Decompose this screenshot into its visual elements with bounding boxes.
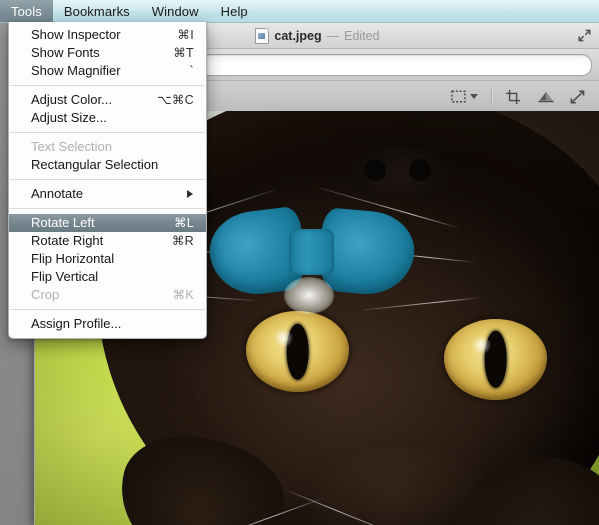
menubar-item-label: Tools	[11, 3, 42, 19]
window-title: cat.jpeg — Edited	[255, 27, 380, 44]
adjust-color-button[interactable]	[536, 89, 556, 105]
menu-item-label: Text Selection	[31, 139, 112, 154]
menubar-item-tools[interactable]: Tools	[0, 0, 53, 22]
menu-item-shortcut: ⌘L	[173, 216, 194, 230]
menu-separator	[10, 309, 205, 310]
menu-item-label: Flip Horizontal	[31, 251, 115, 266]
adjust-color-prism-icon	[538, 91, 554, 102]
menu-item-adjust-size[interactable]: Adjust Size...	[9, 109, 206, 127]
menu-item-show-fonts[interactable]: Show Fonts ⌘T	[9, 44, 206, 62]
window-title-edited-state: Edited	[344, 28, 380, 43]
menu-item-rectangular-selection[interactable]: Rectangular Selection	[9, 156, 206, 174]
menubar-item-label: Help	[220, 3, 248, 19]
menu-item-label: Adjust Color...	[31, 92, 112, 107]
jpeg-document-icon	[255, 27, 270, 44]
selection-tool-button[interactable]	[450, 89, 478, 104]
menu-item-flip-horizontal[interactable]: Flip Horizontal	[9, 250, 206, 268]
menubar-item-help[interactable]: Help	[210, 0, 259, 22]
menu-item-label: Show Magnifier	[31, 63, 121, 78]
menu-item-rotate-right[interactable]: Rotate Right ⌘R	[9, 232, 206, 250]
screen: cat.jpeg — Edited Tools Bookmarks Window…	[0, 0, 599, 525]
menu-separator	[10, 179, 205, 180]
menu-item-label: Assign Profile...	[31, 316, 122, 331]
menu-item-shortcut: `	[189, 64, 194, 78]
adjust-size-icon	[570, 89, 585, 104]
menubar-item-window[interactable]: Window	[141, 0, 210, 22]
window-title-filename: cat.jpeg	[274, 28, 322, 43]
menu-item-crop: Crop ⌘K	[9, 286, 206, 304]
menu-item-label: Crop	[31, 287, 60, 302]
menu-separator	[10, 208, 205, 209]
menu-item-show-magnifier[interactable]: Show Magnifier `	[9, 62, 206, 80]
menu-item-text-selection: Text Selection	[9, 138, 206, 156]
menu-item-adjust-color[interactable]: Adjust Color... ⌥⌘C	[9, 91, 206, 109]
menu-item-label: Adjust Size...	[31, 110, 107, 125]
menubar-item-bookmarks[interactable]: Bookmarks	[53, 0, 141, 22]
search-field[interactable]	[179, 53, 592, 76]
tools-dropdown-menu: Show Inspector ⌘I Show Fonts ⌘T Show Mag…	[8, 22, 207, 339]
crop-tool-button[interactable]	[505, 89, 523, 105]
window-title-separator: —	[326, 28, 340, 43]
submenu-arrow-icon	[187, 190, 193, 198]
menu-item-shortcut: ⌘T	[173, 46, 194, 60]
menu-item-label: Rotate Right	[31, 233, 104, 248]
menu-item-label: Show Fonts	[31, 45, 100, 60]
adjust-size-button[interactable]	[569, 89, 586, 105]
expand-arrows-icon[interactable]	[577, 28, 592, 43]
menu-item-shortcut: ⌥⌘C	[157, 93, 194, 107]
menu-item-label: Rotate Left	[31, 215, 95, 230]
menu-separator	[10, 85, 205, 86]
menu-item-assign-profile[interactable]: Assign Profile...	[9, 315, 206, 333]
menu-item-shortcut: ⌘K	[172, 288, 194, 302]
toolbar-divider	[491, 88, 492, 105]
chevron-down-icon[interactable]	[470, 94, 478, 99]
menu-item-show-inspector[interactable]: Show Inspector ⌘I	[9, 26, 206, 44]
crop-icon	[506, 89, 520, 104]
rectangular-selection-icon	[451, 90, 466, 103]
menu-item-shortcut: ⌘R	[171, 234, 194, 248]
menu-item-label: Annotate	[31, 186, 84, 201]
menu-item-label: Flip Vertical	[31, 269, 99, 284]
menu-item-label: Show Inspector	[31, 27, 121, 42]
menu-item-flip-vertical[interactable]: Flip Vertical	[9, 268, 206, 286]
menu-item-annotate[interactable]: Annotate	[9, 185, 206, 203]
menubar-item-label: Bookmarks	[63, 3, 130, 19]
menu-item-rotate-left[interactable]: Rotate Left ⌘L	[9, 214, 206, 232]
menu-item-label: Rectangular Selection	[31, 157, 159, 172]
menu-separator	[10, 132, 205, 133]
search-input[interactable]	[204, 56, 583, 73]
menu-bar: Tools Bookmarks Window Help	[0, 0, 599, 23]
menu-item-shortcut: ⌘I	[177, 28, 194, 42]
menubar-item-label: Window	[151, 3, 199, 19]
